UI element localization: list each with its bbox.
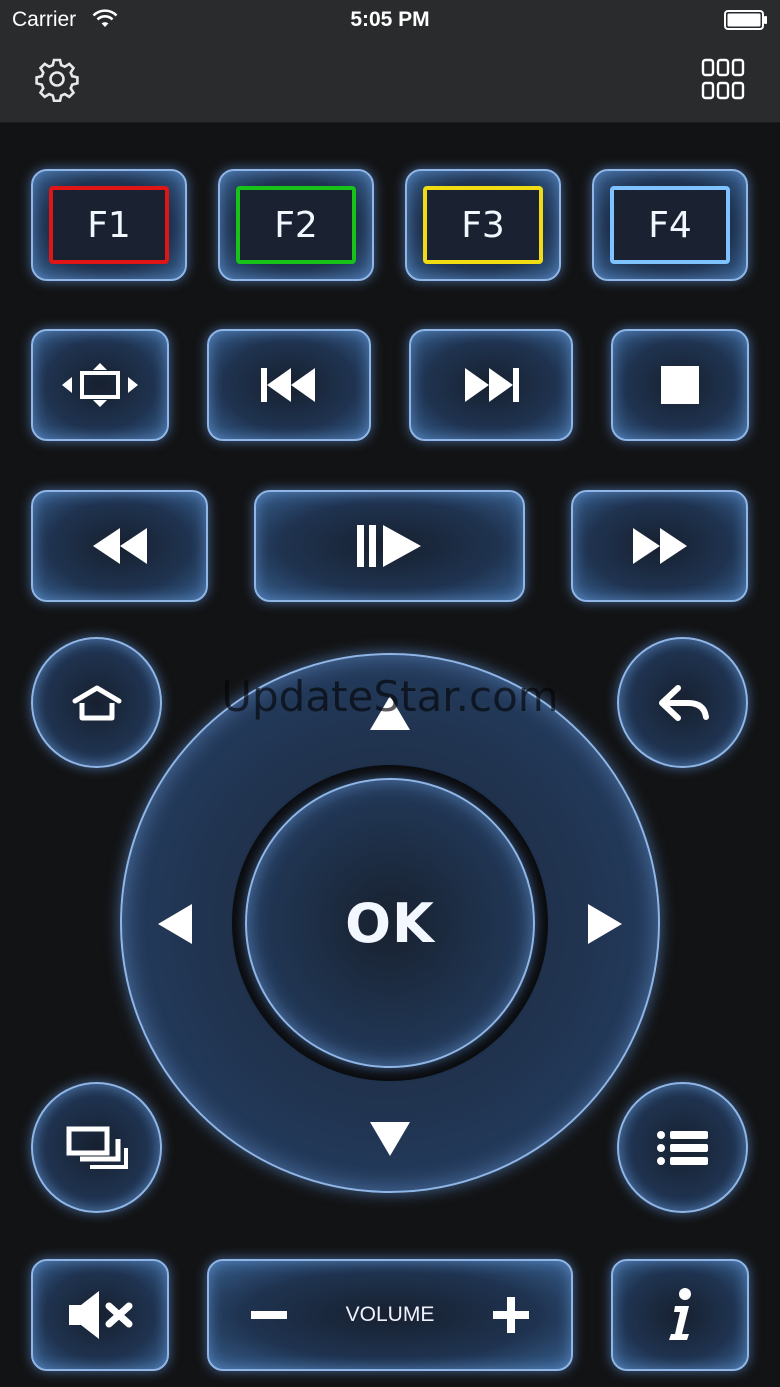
skip-back-icon (261, 368, 315, 402)
f3-button[interactable]: F3 (405, 169, 561, 281)
grid-icon[interactable] (700, 57, 746, 103)
f4-button[interactable]: F4 (592, 169, 748, 281)
status-bar: Carrier 5:05 PM (0, 0, 780, 40)
ok-label: OK (345, 891, 435, 955)
right-arrow-icon[interactable] (584, 902, 624, 946)
home-icon (72, 685, 121, 720)
previous-track-button[interactable] (207, 329, 371, 441)
stop-button[interactable] (611, 329, 749, 441)
mute-icon (69, 1291, 133, 1339)
status-time: 5:05 PM (350, 8, 430, 31)
list-icon (656, 1130, 708, 1165)
volume-up-icon[interactable] (481, 1285, 541, 1345)
f1-key-label: F1 (49, 186, 169, 264)
f2-button[interactable]: F2 (218, 169, 374, 281)
skip-forward-icon (465, 368, 519, 402)
battery-icon (724, 10, 767, 30)
play-pause-icon (356, 525, 421, 567)
f4-key-label: F4 (610, 186, 730, 264)
f3-key-label: F3 (423, 186, 543, 264)
left-arrow-icon[interactable] (156, 902, 196, 946)
mute-button[interactable] (31, 1259, 169, 1371)
play-pause-button[interactable] (254, 490, 525, 602)
aspect-ratio-button[interactable] (31, 329, 169, 441)
down-arrow-icon[interactable] (366, 1118, 414, 1158)
rewind-button[interactable] (31, 490, 208, 602)
menu-button[interactable] (617, 1082, 748, 1213)
fast-forward-button[interactable] (571, 490, 748, 602)
f2-key-label: F2 (236, 186, 356, 264)
volume-down-icon[interactable] (239, 1285, 299, 1345)
gear-icon[interactable] (34, 56, 80, 102)
info-button[interactable] (611, 1259, 749, 1371)
up-arrow-icon[interactable] (366, 694, 414, 734)
stop-icon (661, 366, 699, 404)
fast-forward-icon (632, 528, 687, 564)
back-arrow-icon (658, 684, 709, 721)
volume-control: VOLUME (207, 1259, 573, 1371)
aspect-ratio-icon (62, 363, 138, 407)
info-icon (669, 1288, 691, 1340)
volume-label: VOLUME (345, 1303, 435, 1326)
back-button[interactable] (617, 637, 748, 768)
f1-button[interactable]: F1 (31, 169, 187, 281)
next-track-button[interactable] (409, 329, 573, 441)
nav-bar (0, 40, 780, 123)
windows-icon (66, 1126, 128, 1169)
rewind-icon (92, 528, 147, 564)
ok-button[interactable]: OK (245, 778, 535, 1068)
home-button[interactable] (31, 637, 162, 768)
windows-button[interactable] (31, 1082, 162, 1213)
